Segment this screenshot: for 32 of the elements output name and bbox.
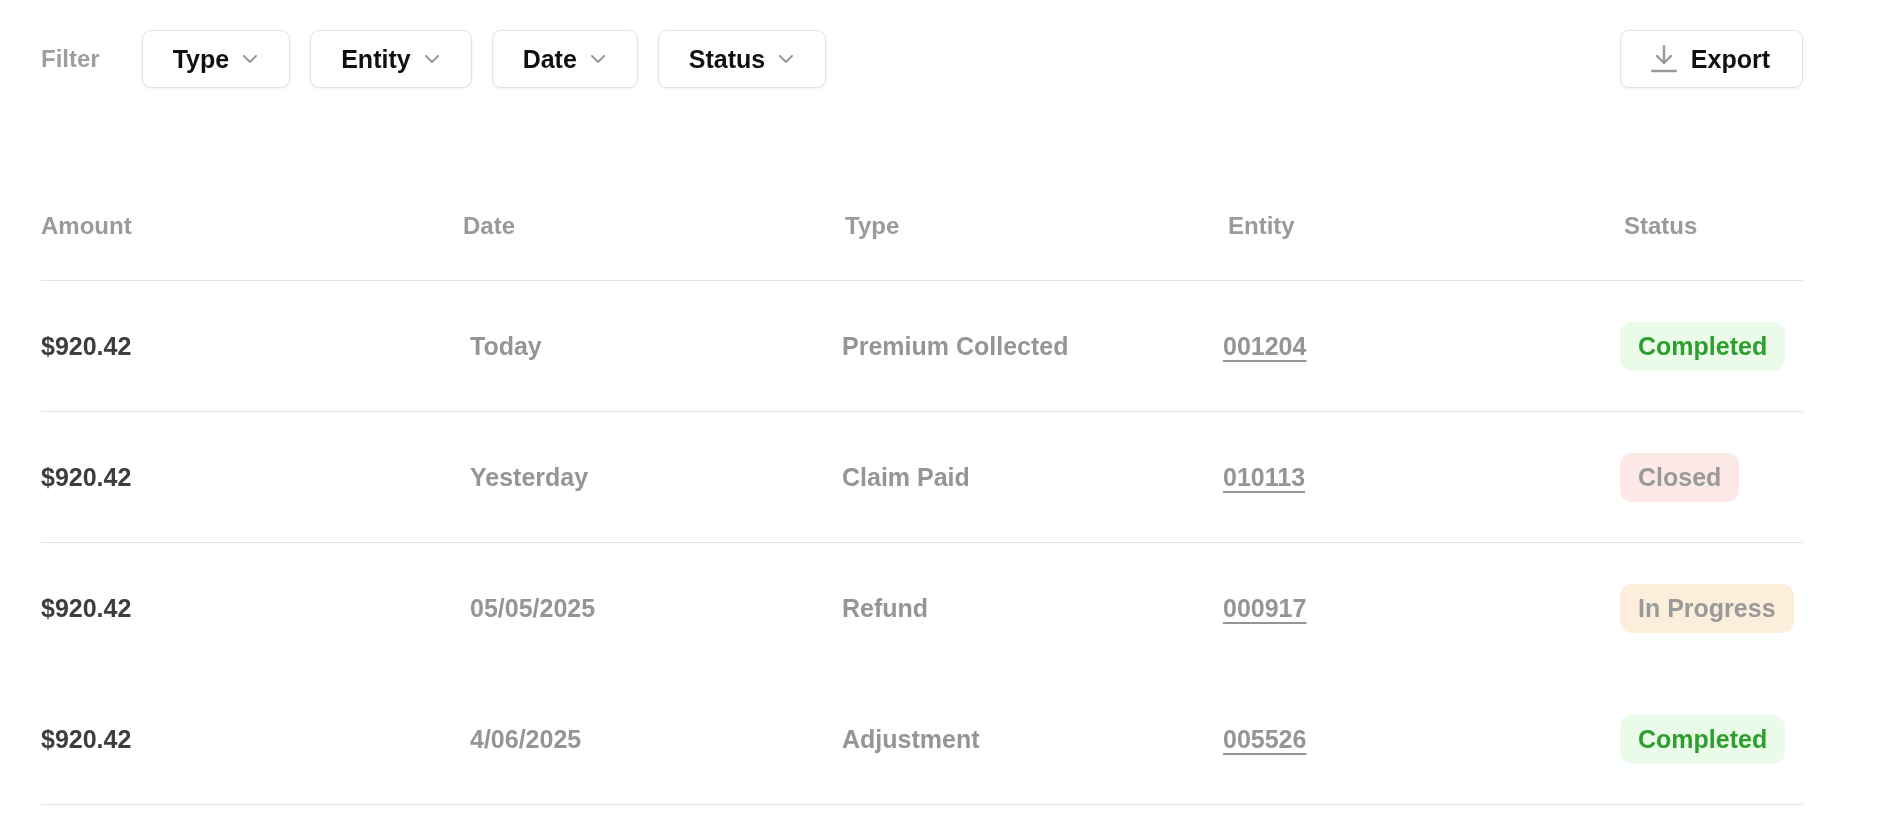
column-header: Amount <box>41 211 132 240</box>
chevron-down-icon <box>243 55 258 63</box>
type-cell: Claim Paid <box>842 462 970 492</box>
amount-cell: $920.42 <box>41 462 132 492</box>
column-header: Type <box>845 211 900 240</box>
date-cell: Yesterday <box>470 462 589 492</box>
type-cell: Adjustment <box>842 724 980 754</box>
chevron-down-icon <box>590 55 605 63</box>
filter-dropdown-button[interactable]: Status <box>657 30 827 88</box>
download-icon <box>1650 45 1677 73</box>
amount-cell: $920.42 <box>41 331 132 361</box>
filter-label: Filter <box>41 45 100 73</box>
filter-dropdown-button[interactable]: Date <box>491 30 638 88</box>
amount-cell: $920.42 <box>41 593 132 623</box>
filter-dropdown-button[interactable]: Type <box>141 30 291 88</box>
type-cell: Premium Collected <box>842 331 1069 361</box>
status-badge: Completed <box>1620 321 1786 371</box>
date-cell: 4/06/2025 <box>470 724 582 754</box>
amount-cell: $920.42 <box>41 724 132 754</box>
status-badge: In Progress <box>1620 583 1794 633</box>
column-header: Date <box>463 211 516 240</box>
export-button[interactable]: Export <box>1619 30 1803 88</box>
date-cell: Today <box>470 331 542 361</box>
status-badge: Completed <box>1620 714 1786 764</box>
filter-dropdown-button[interactable]: Entity <box>310 30 472 88</box>
status-badge: Closed <box>1620 452 1740 502</box>
type-cell: Refund <box>842 593 929 623</box>
date-cell: 05/05/2025 <box>470 593 596 623</box>
column-header: Status <box>1624 211 1698 240</box>
chevron-down-icon <box>424 55 439 63</box>
column-header: Entity <box>1228 211 1295 240</box>
chevron-down-icon <box>779 55 794 63</box>
